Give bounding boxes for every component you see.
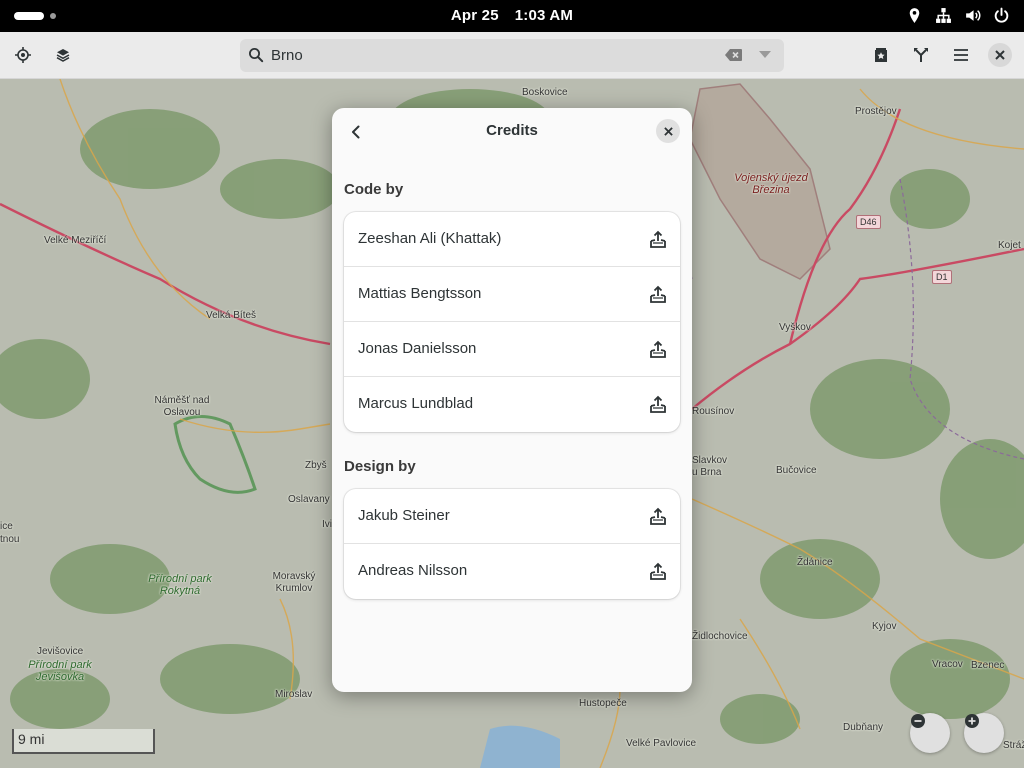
system-tray[interactable] (906, 7, 1010, 24)
clear-search-icon[interactable] (725, 48, 743, 62)
map-label: Bzenec (971, 660, 1005, 671)
external-link-icon (650, 395, 666, 413)
map-label: Přírodní park Jevišovka (28, 659, 92, 683)
zoom-out-button[interactable] (910, 713, 950, 753)
map-label: Slavkov u Brna (692, 455, 728, 478)
map-label: Zbyš (305, 460, 327, 471)
menu-icon (954, 49, 968, 61)
map-label: Hustopeče (579, 698, 627, 709)
map-label: Vyškov (779, 322, 811, 333)
chevron-down-icon[interactable] (759, 51, 771, 59)
external-link-icon (650, 562, 666, 580)
map-label: Moravský Krumlov (272, 571, 316, 594)
search-icon (249, 48, 264, 63)
layers-button[interactable] (48, 40, 78, 70)
external-link-icon (650, 507, 666, 525)
map-label: Náměšť nad Oslavou (154, 395, 210, 418)
section-heading-design: Design by (344, 458, 416, 475)
main-menu-button[interactable] (946, 40, 976, 70)
map-label: Prostějov (855, 106, 897, 117)
person-name: Marcus Lundblad (358, 395, 474, 412)
clock[interactable]: Apr 25 1:03 AM (0, 7, 1024, 24)
clock-date: Apr 25 (450, 7, 499, 24)
map-label: Vojenský újezd Březina (734, 172, 808, 196)
favorites-button[interactable] (866, 40, 896, 70)
volume-icon (966, 10, 981, 21)
route-button[interactable] (906, 40, 936, 70)
dialog-title: Credits (486, 122, 538, 139)
clock-time: 1:03 AM (514, 7, 574, 24)
list-item[interactable]: Mattias Bengtsson (344, 267, 680, 322)
person-name: Jonas Danielsson (358, 340, 477, 357)
window-close-button[interactable] (988, 43, 1012, 67)
person-name: Jakub Steiner (358, 507, 450, 524)
location-icon (909, 8, 920, 23)
section-heading-code: Code by (344, 181, 404, 198)
locate-me-icon (15, 47, 31, 63)
map-label: Velká Bíteš (206, 310, 257, 321)
minus-icon (911, 714, 925, 728)
favorites-icon (875, 48, 887, 62)
external-link-icon (650, 285, 666, 303)
map-label: Velké Meziříčí (44, 235, 107, 246)
list-item[interactable]: Jakub Steiner (344, 489, 680, 544)
list-item[interactable]: Jonas Danielsson (344, 322, 680, 377)
design-credits-list: Jakub Steiner Andreas Nilsson (344, 489, 680, 599)
map-label: Židlochovice (692, 631, 748, 642)
map-label: Bučovice (776, 465, 817, 476)
code-credits-list: Zeeshan Ali (Khattak) Mattias Bengtsson … (344, 212, 680, 432)
map-scale: 9 mi (12, 729, 155, 754)
map-label: Ivi (322, 519, 332, 530)
external-link-icon (650, 340, 666, 358)
map-label: Rousínov (692, 406, 735, 417)
credits-dialog: Credits Code by Zeeshan Ali (Khattak) Ma… (332, 108, 692, 692)
network-icon (936, 8, 951, 23)
map-label: Jevišovice (37, 646, 84, 657)
plus-icon (965, 714, 979, 728)
person-name: Mattias Bengtsson (358, 285, 482, 302)
map-label: Miroslav (275, 689, 313, 700)
map-label: Kojet (998, 240, 1021, 251)
external-link-icon (650, 230, 666, 248)
list-item[interactable]: Marcus Lundblad (344, 377, 680, 432)
dialog-close-button[interactable] (656, 119, 680, 143)
map-label: tnou (0, 534, 20, 545)
map-label: Dubňany (843, 722, 884, 733)
layers-icon (56, 49, 70, 62)
map-label: Velké Pavlovice (626, 738, 697, 749)
person-name: Andreas Nilsson (358, 562, 468, 579)
map-label: Kyjov (872, 621, 897, 632)
system-top-bar: Apr 25 1:03 AM (0, 0, 1024, 32)
close-icon (995, 50, 1005, 60)
search-input[interactable]: Brno (271, 47, 303, 64)
close-icon (663, 126, 673, 136)
map-label: Vracov (932, 659, 963, 670)
map-label: Přírodní park Rokytná (148, 573, 212, 597)
map-label: Stráž (1003, 740, 1024, 751)
map-label: ice (0, 521, 13, 532)
header-bar: Brno (0, 32, 1024, 79)
search-bar[interactable]: Brno (240, 39, 784, 72)
map-label: Oslavany (288, 494, 330, 505)
list-item[interactable]: Zeeshan Ali (Khattak) (344, 212, 680, 267)
power-icon (994, 7, 1009, 23)
list-item[interactable]: Andreas Nilsson (344, 544, 680, 599)
map-label: Boskovice (522, 87, 568, 98)
person-name: Zeeshan Ali (Khattak) (358, 230, 502, 247)
road-shield: D46 (856, 215, 881, 229)
route-icon (914, 48, 928, 62)
road-shield: D1 (932, 270, 952, 284)
map-label: Ždánice (797, 557, 833, 568)
zoom-in-button[interactable] (964, 713, 1004, 753)
locate-me-button[interactable] (8, 40, 38, 70)
